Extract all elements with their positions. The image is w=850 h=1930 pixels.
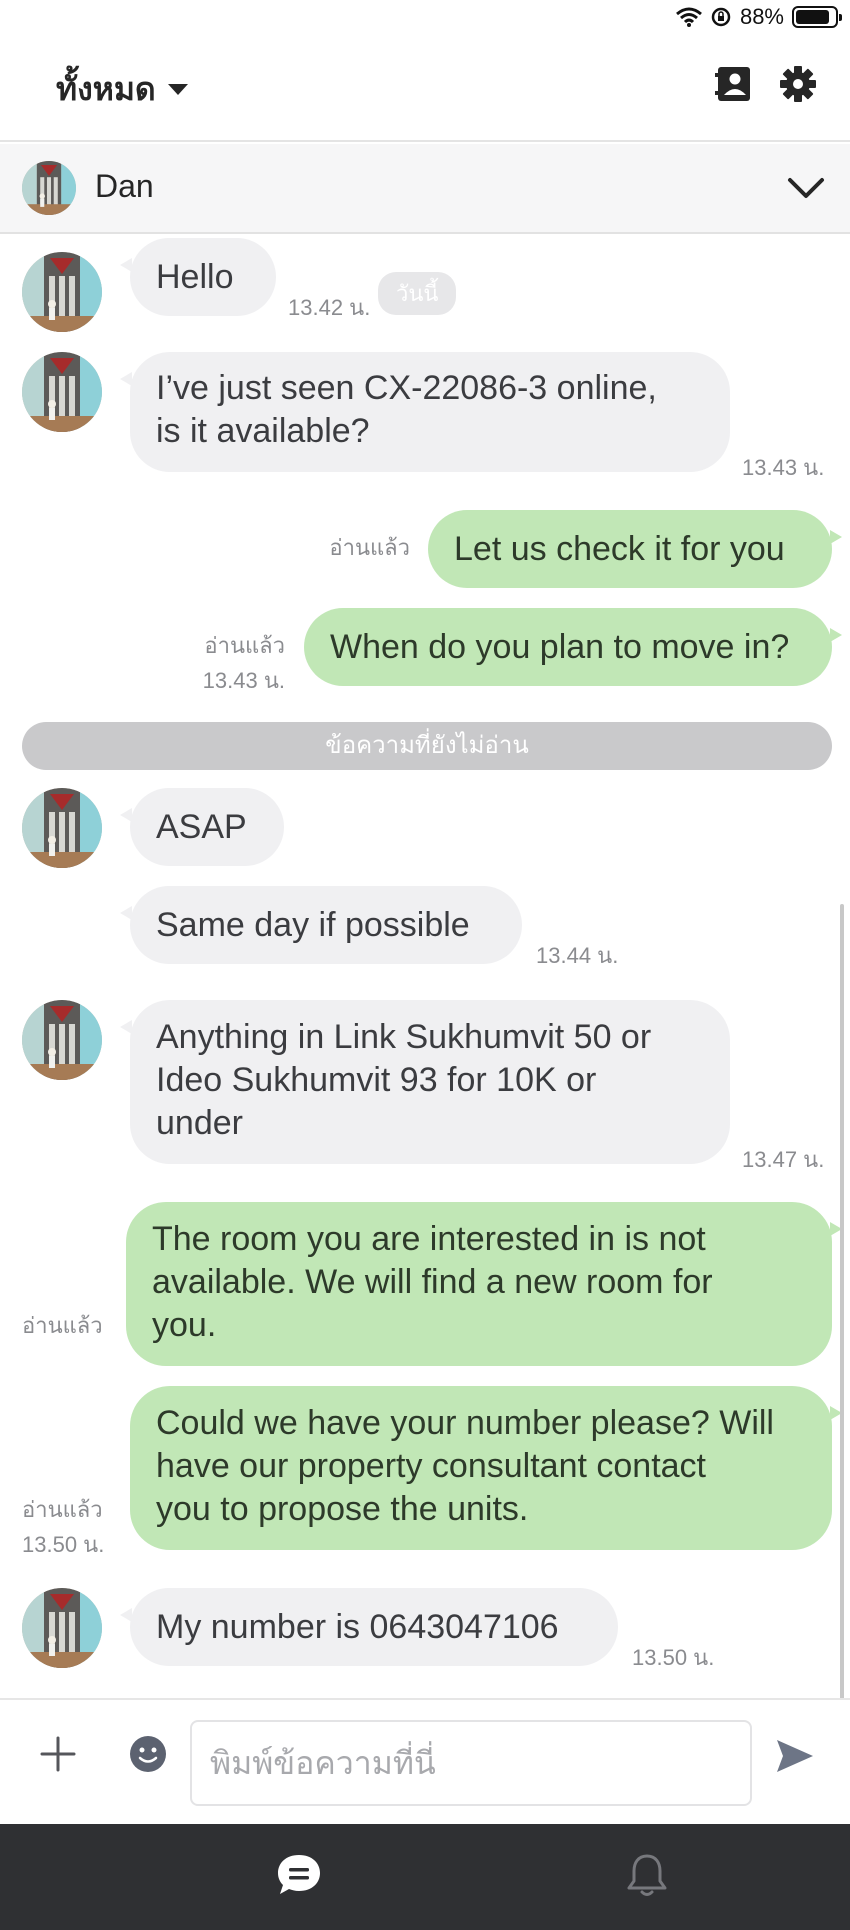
message-list[interactable]: Hello 13.42 น. วันนี้ I’ve just seen CX-… — [0, 234, 850, 1714]
bell-icon[interactable] — [622, 1850, 672, 1900]
unread-divider: ข้อความที่ยังไม่อ่าน — [22, 722, 832, 770]
filter-label: ทั้งหมด — [56, 71, 156, 107]
header: ทั้งหมด — [0, 38, 850, 142]
read-receipt: อ่านแล้ว — [22, 1497, 103, 1522]
read-receipt: อ่านแล้ว — [329, 535, 410, 560]
contact-card-icon[interactable] — [714, 64, 754, 104]
message-line: I’ve just seen CX-22086-3 online, — [156, 369, 657, 407]
message-line: you to propose the units. — [156, 1490, 529, 1528]
avatar[interactable] — [22, 252, 102, 332]
battery-icon — [792, 6, 842, 28]
message-line: The room you are interested in is not — [152, 1220, 706, 1258]
message-time: 13.50 น. — [632, 1645, 715, 1670]
message-time: 13.50 น. — [22, 1532, 105, 1557]
avatar — [22, 161, 76, 215]
scrollbar[interactable] — [840, 904, 844, 1714]
message-bubble-incoming[interactable]: My number is 0643047106 — [120, 1588, 618, 1666]
message-line: Ideo Sukhumvit 93 for 10K or — [156, 1061, 597, 1099]
message-time: 13.42 น. — [288, 295, 371, 320]
message-bubble-incoming[interactable]: Hello — [120, 238, 276, 316]
message-time: 13.47 น. — [742, 1147, 825, 1172]
message-bubble-outgoing[interactable]: Let us check it for you — [428, 510, 842, 588]
chat-header[interactable]: Dan — [0, 144, 850, 234]
message-line: Anything in Link Sukhumvit 50 or — [156, 1018, 652, 1056]
message-time: 13.43 น. — [742, 455, 825, 480]
read-receipt: อ่านแล้ว — [22, 1313, 103, 1338]
message-text: Let us check it for you — [454, 530, 785, 568]
rotation-lock-icon — [711, 7, 731, 27]
chevron-down-icon — [167, 84, 188, 95]
message-time: 13.43 น. — [202, 668, 285, 693]
message-line: you. — [152, 1306, 217, 1344]
read-receipt: อ่านแล้ว — [204, 633, 285, 658]
message-bubble-incoming[interactable]: I’ve just seen CX-22086-3 online, is it … — [120, 352, 730, 472]
chat-name: Dan — [95, 168, 154, 204]
message-bubble-incoming[interactable]: Same day if possible — [120, 886, 522, 964]
wifi-icon — [675, 7, 702, 27]
message-meta: อ่านแล้ว 13.43 น. — [203, 628, 285, 698]
message-text: ASAP — [156, 808, 247, 846]
message-text: When do you plan to move in? — [330, 628, 790, 666]
message-composer — [0, 1698, 850, 1824]
status-bar: 88% — [0, 0, 850, 38]
chat-bubble-icon[interactable] — [274, 1850, 324, 1900]
avatar[interactable] — [22, 1588, 102, 1668]
message-bubble-outgoing[interactable]: The room you are interested in is not av… — [126, 1202, 842, 1366]
chat-filter-dropdown[interactable]: ทั้งหมด — [56, 64, 188, 115]
bottom-tab-bar — [0, 1824, 850, 1930]
date-chip: วันนี้ — [378, 272, 457, 315]
message-line: have our property consultant contact — [156, 1447, 706, 1485]
message-bubble-incoming[interactable]: Anything in Link Sukhumvit 50 or Ideo Su… — [120, 1000, 730, 1164]
message-meta: อ่านแล้ว 13.50 น. — [22, 1492, 104, 1562]
send-icon[interactable] — [774, 1736, 816, 1776]
message-input[interactable] — [190, 1720, 752, 1806]
message-text: My number is 0643047106 — [156, 1608, 559, 1646]
message-line: under — [156, 1104, 243, 1142]
avatar[interactable] — [22, 352, 102, 432]
message-line: is it available? — [156, 412, 370, 450]
message-bubble-incoming[interactable]: ASAP — [120, 788, 284, 866]
plus-icon[interactable] — [38, 1734, 78, 1774]
avatar[interactable] — [22, 788, 102, 868]
status-icons: 88% — [675, 4, 842, 30]
message-time: 13.44 น. — [536, 943, 619, 968]
chevron-down-icon[interactable] — [786, 170, 826, 206]
message-bubble-outgoing[interactable]: Could we have your number please? Will h… — [130, 1386, 842, 1550]
message-text: Same day if possible — [156, 906, 470, 944]
battery-level — [796, 10, 830, 24]
message-line: available. We will find a new room for — [152, 1263, 713, 1301]
message-bubble-outgoing[interactable]: When do you plan to move in? — [304, 608, 842, 686]
message-text: Hello — [156, 258, 234, 296]
message-line: Could we have your number please? Will — [156, 1404, 774, 1442]
avatar[interactable] — [22, 1000, 102, 1080]
battery-percent: 88% — [739, 4, 784, 29]
gear-icon[interactable] — [778, 64, 818, 104]
smiley-icon[interactable] — [128, 1734, 168, 1774]
